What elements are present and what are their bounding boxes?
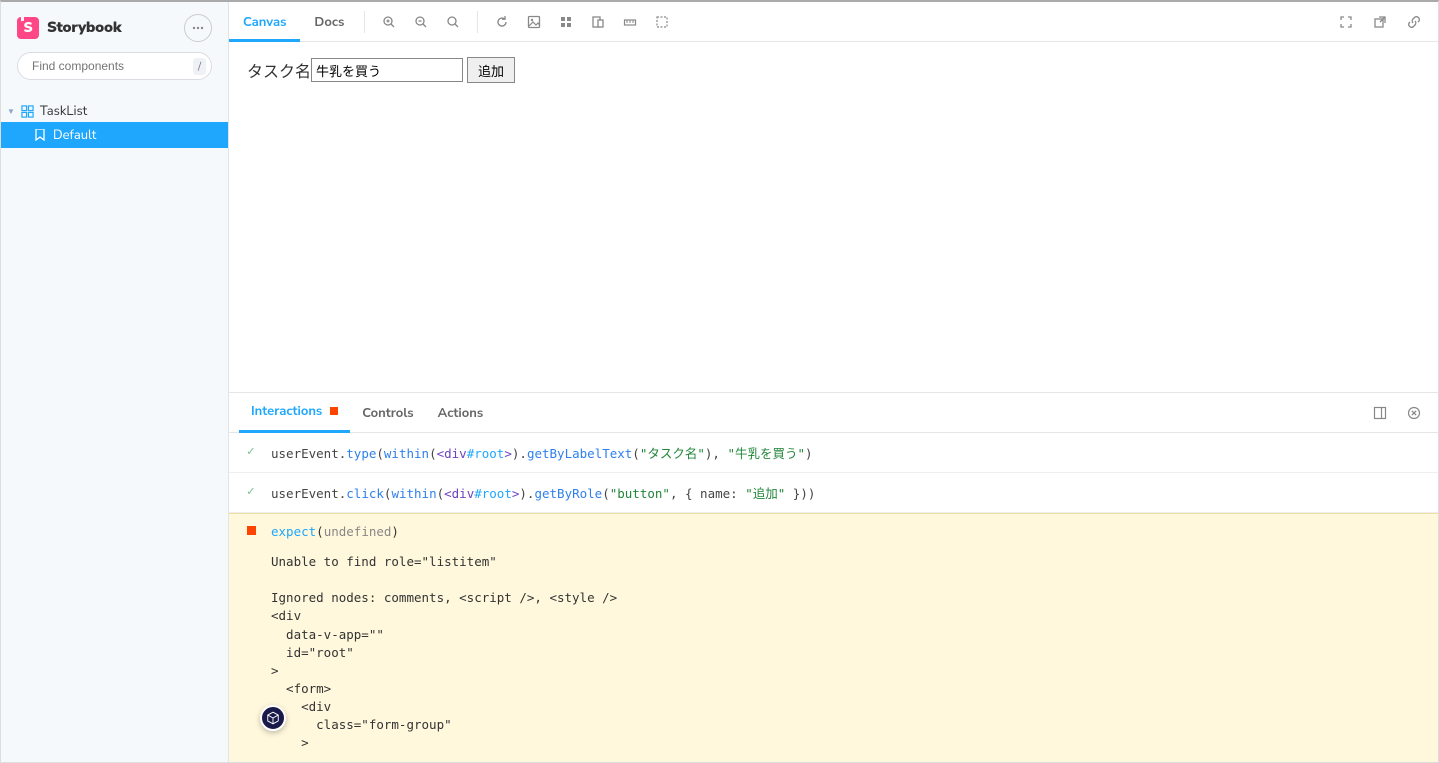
task-label: タスク名: [247, 58, 311, 83]
open-new-tab-icon[interactable]: [1372, 14, 1388, 30]
cube-icon: [266, 711, 280, 725]
sidebar-header: S Storybook: [1, 2, 228, 52]
background-icon[interactable]: [526, 14, 542, 30]
ellipsis-icon: [191, 21, 205, 35]
add-button[interactable]: 追加: [467, 57, 515, 83]
grid-icon[interactable]: [558, 14, 574, 30]
error-icon: [247, 526, 256, 535]
brand-name: Storybook: [47, 18, 121, 38]
toolbar-icons-1: [371, 14, 471, 30]
addon-tab-actions[interactable]: Actions: [426, 393, 496, 433]
measure-icon[interactable]: [622, 14, 638, 30]
log-line-1[interactable]: ✓userEvent.type(within(<div#root>).getBy…: [229, 433, 1438, 473]
error-block: expect(undefined) Unable to find role="l…: [229, 513, 1438, 762]
bookmark-icon: [35, 129, 45, 141]
log-line-2[interactable]: ✓userEvent.click(within(<div#root>).getB…: [229, 473, 1438, 513]
tab-canvas[interactable]: Canvas: [229, 2, 300, 42]
tree-story-default[interactable]: Default: [1, 122, 228, 148]
toolbar-icons-2: [484, 14, 680, 30]
interactions-log: ✓userEvent.type(within(<div#root>).getBy…: [229, 433, 1438, 762]
tree-group-label: TaskList: [40, 102, 87, 120]
task-input[interactable]: [311, 58, 463, 82]
search-input[interactable]: [32, 59, 187, 73]
component-tree: ▼ TaskList Default: [1, 96, 228, 148]
search-input-container[interactable]: /: [17, 52, 212, 80]
check-icon: ✓: [247, 443, 255, 458]
zoom-reset-icon[interactable]: [445, 14, 461, 30]
outline-icon[interactable]: [654, 14, 670, 30]
tab-docs[interactable]: Docs: [300, 2, 358, 42]
task-form: タスク名 追加: [247, 57, 1420, 83]
sidebar: S Storybook / ▼ TaskList: [1, 2, 229, 762]
link-icon[interactable]: [1406, 14, 1422, 30]
separator: [477, 11, 478, 33]
error-heading: expect(undefined): [271, 524, 1422, 539]
main: Canvas Docs: [229, 2, 1438, 762]
storybook-logo-icon: S: [17, 17, 39, 39]
toolbar: Canvas Docs: [229, 2, 1438, 42]
brand[interactable]: S Storybook: [17, 17, 121, 39]
error-body: Unable to find role="listitem" Ignored n…: [271, 553, 1422, 752]
toolbar-right: [1338, 14, 1438, 30]
fullscreen-icon[interactable]: [1338, 14, 1354, 30]
addons-panel: Interactions Controls Actions ✓userEvent…: [229, 392, 1438, 762]
panel-position-icon[interactable]: [1372, 405, 1388, 421]
check-icon: ✓: [247, 483, 255, 498]
toolbar-tabs: Canvas Docs: [229, 2, 358, 42]
addons-tabs: Interactions Controls Actions: [229, 393, 1438, 433]
menu-button[interactable]: [184, 14, 212, 42]
search-wrap: /: [1, 52, 228, 96]
search-kbd: /: [193, 58, 206, 75]
tree-group-tasklist[interactable]: ▼ TaskList: [1, 100, 228, 122]
floating-badge[interactable]: [260, 705, 286, 731]
addon-tab-interactions[interactable]: Interactions: [239, 393, 350, 433]
tree-story-label: Default: [53, 126, 96, 144]
chevron-down-icon: ▼: [7, 106, 15, 117]
addons-right-icons: [1372, 405, 1428, 421]
separator: [364, 11, 365, 33]
canvas-area: タスク名 追加: [229, 42, 1438, 392]
addon-tab-controls[interactable]: Controls: [350, 393, 425, 433]
refresh-icon[interactable]: [494, 14, 510, 30]
zoom-out-icon[interactable]: [413, 14, 429, 30]
component-icon: [21, 105, 34, 118]
status-fail-icon: [330, 407, 338, 415]
zoom-in-icon[interactable]: [381, 14, 397, 30]
close-panel-icon[interactable]: [1406, 405, 1422, 421]
addon-tab-label: Interactions: [251, 391, 322, 431]
viewport-icon[interactable]: [590, 14, 606, 30]
